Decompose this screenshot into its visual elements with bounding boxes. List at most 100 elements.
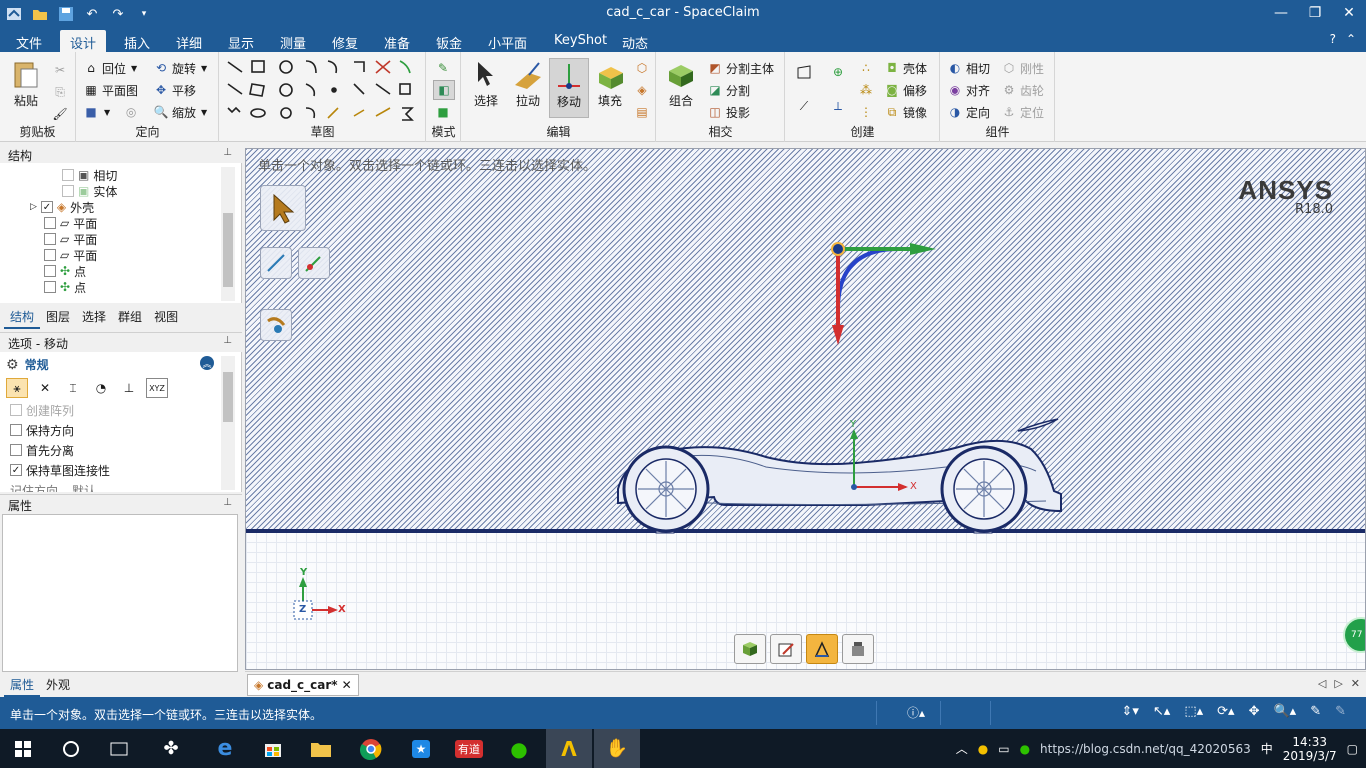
options-scrollbar[interactable] bbox=[221, 356, 235, 490]
subtab-layers[interactable]: 图层 bbox=[40, 306, 76, 329]
tab-prepare[interactable]: 准备 bbox=[374, 30, 420, 52]
edit-extra-3[interactable]: ▤ bbox=[634, 102, 650, 122]
tab-sheet-metal[interactable]: 钣金 bbox=[426, 30, 472, 52]
sketch-mode-icon[interactable] bbox=[770, 634, 802, 664]
section-mode-icon[interactable] bbox=[806, 634, 838, 664]
move-gizmo[interactable] bbox=[831, 242, 936, 345]
point-button[interactable]: ∴ bbox=[858, 58, 874, 78]
task-view-icon[interactable] bbox=[96, 729, 142, 768]
tab-repair[interactable]: 修复 bbox=[322, 30, 368, 52]
fill-button[interactable]: 填充 bbox=[590, 58, 630, 118]
ime-indicator[interactable]: 中 bbox=[1261, 740, 1273, 757]
pan-button[interactable]: ✥ 平移 bbox=[153, 80, 196, 100]
dimension-icon[interactable]: ⊥ bbox=[118, 378, 140, 398]
visibility-checkbox[interactable] bbox=[62, 169, 74, 181]
visibility-checkbox[interactable] bbox=[44, 281, 56, 293]
format-painter-button[interactable]: 🖌 bbox=[52, 104, 68, 124]
visibility-checkbox[interactable] bbox=[44, 217, 56, 229]
option-checkbox[interactable] bbox=[10, 424, 22, 436]
close-button[interactable]: ✕ bbox=[1332, 0, 1366, 26]
collapse-section-icon[interactable]: ︽ bbox=[200, 356, 214, 370]
pin-icon[interactable]: ⊥ bbox=[223, 335, 232, 346]
option-maintain-orientation[interactable]: 保持方向 bbox=[10, 422, 74, 438]
collapse-ribbon-icon[interactable]: ⌃ bbox=[1346, 32, 1356, 46]
scrollbar-thumb[interactable] bbox=[223, 213, 233, 287]
visibility-checkbox[interactable]: ✓ bbox=[40, 201, 53, 213]
tab-dynamics[interactable]: 动态 bbox=[612, 30, 658, 52]
search-icon[interactable] bbox=[48, 729, 94, 768]
tree-item[interactable]: ▷ ✓ ◈ 外壳 bbox=[30, 199, 94, 215]
pencil-icon[interactable]: ✎ bbox=[1335, 704, 1346, 719]
offset-button[interactable]: ◙ 偏移 bbox=[884, 80, 927, 100]
select-button[interactable]: 选择 bbox=[466, 58, 506, 118]
rotation-handle[interactable] bbox=[836, 247, 899, 310]
shell-button[interactable]: ◘ 壳体 bbox=[884, 58, 927, 78]
option-remember-direction[interactable]: 记住方向 默认 bbox=[10, 482, 96, 493]
spin-icon[interactable]: ⟳▴ bbox=[1217, 704, 1234, 719]
pin-icon[interactable]: ⊥ bbox=[223, 147, 232, 158]
tree-item[interactable]: ▣ 实体 bbox=[62, 183, 117, 199]
app-icon-1[interactable]: ✤ bbox=[148, 729, 194, 768]
visibility-checkbox[interactable] bbox=[44, 233, 56, 245]
plan-view-button[interactable]: ▦ 平面图 bbox=[83, 80, 138, 100]
app-icon-3[interactable]: 有道 bbox=[446, 729, 492, 768]
status-info-segment[interactable]: ⓘ▴ bbox=[876, 701, 940, 725]
pan-icon[interactable]: ✥ bbox=[1249, 704, 1260, 719]
tree-item[interactable]: ▣ 相切 bbox=[62, 167, 117, 183]
subtab-groups[interactable]: 群组 bbox=[112, 306, 148, 329]
option-create-pattern[interactable]: 创建阵列 bbox=[10, 402, 74, 418]
tree-item[interactable]: ✣ 点 bbox=[44, 279, 86, 295]
file-explorer-icon[interactable] bbox=[298, 729, 344, 768]
sketch-tools-icons[interactable] bbox=[220, 56, 426, 122]
paste-button[interactable]: 粘贴 bbox=[6, 58, 46, 118]
front-wheel[interactable] bbox=[622, 445, 710, 534]
tree-item[interactable]: ▱ 平面 bbox=[44, 215, 97, 231]
coordinate-system-button[interactable]: ⟂ bbox=[830, 96, 846, 116]
axis-button[interactable]: ⟋ bbox=[796, 96, 812, 116]
chrome-icon[interactable] bbox=[348, 729, 394, 768]
sketch-tool-icon[interactable]: ✎ bbox=[1310, 704, 1321, 719]
tab-design[interactable]: 设计 bbox=[60, 30, 107, 52]
rotate-button[interactable]: ⟲ 旋转 ▼ bbox=[153, 58, 207, 78]
sketch-mode-button[interactable]: ✎ bbox=[435, 58, 451, 78]
minimize-button[interactable]: — bbox=[1264, 0, 1298, 26]
pattern-button[interactable]: ⁂ bbox=[858, 80, 874, 100]
tree-item[interactable]: ✣ 点 bbox=[44, 263, 86, 279]
option-checkbox[interactable] bbox=[10, 444, 22, 456]
plane-button[interactable] bbox=[796, 62, 812, 82]
move-anchor-icon[interactable]: ⚹ bbox=[6, 378, 28, 398]
gear-button[interactable]: ⚙ 齿轮 bbox=[1001, 80, 1044, 100]
pull-button[interactable]: 拉动 bbox=[508, 58, 548, 118]
project-button[interactable]: ◫ 投影 bbox=[707, 102, 750, 122]
tab-facets[interactable]: 小平面 bbox=[478, 30, 537, 52]
visibility-checkbox[interactable] bbox=[44, 265, 56, 277]
option-value[interactable]: 默认 bbox=[72, 482, 96, 493]
rigid-button[interactable]: ⬡ 刚性 bbox=[1001, 58, 1044, 78]
3d-mode-button[interactable]: ■ bbox=[435, 102, 451, 122]
tray-arrow-icon[interactable]: ︿ bbox=[956, 740, 968, 757]
spaceclaim-taskbar-icon[interactable]: Λ bbox=[546, 729, 592, 768]
move-button[interactable]: 移动 bbox=[549, 58, 589, 118]
prev-doc-icon[interactable]: ◁ bbox=[1318, 677, 1326, 690]
clock-icon[interactable]: ◔ bbox=[90, 378, 112, 398]
rear-wheel[interactable] bbox=[940, 445, 1028, 534]
visibility-checkbox[interactable] bbox=[62, 185, 74, 197]
align-button[interactable]: ◉ 对齐 bbox=[947, 80, 990, 100]
edit-extra-1[interactable]: ⬡ bbox=[634, 58, 650, 78]
move-direction-icon[interactable]: ✕ bbox=[34, 378, 56, 398]
document-tab[interactable]: ◈ cad_c_car* ✕ bbox=[247, 674, 359, 696]
select-filter-icon[interactable]: ⇕▾ bbox=[1121, 704, 1138, 719]
zoom-icon[interactable]: 🔍▴ bbox=[1273, 704, 1296, 719]
section-mode-button[interactable]: ◧ bbox=[433, 80, 455, 100]
grid-button[interactable]: ⋮ bbox=[858, 102, 874, 122]
restore-button[interactable]: ❐ bbox=[1298, 0, 1332, 26]
expand-arrow-icon[interactable]: ▷ bbox=[30, 202, 37, 212]
tab-insert[interactable]: 插入 bbox=[114, 30, 160, 52]
mirror-button[interactable]: ⧉ 镜像 bbox=[884, 102, 927, 122]
notification-icon[interactable]: ▢ bbox=[1347, 742, 1358, 756]
zoom-button[interactable]: 🔍 缩放 ▼ bbox=[153, 102, 208, 122]
info-icon[interactable]: ⓘ▴ bbox=[907, 704, 925, 721]
help-icon[interactable]: ? bbox=[1330, 32, 1336, 46]
store-icon[interactable] bbox=[250, 729, 296, 768]
cut-button[interactable]: ✂ bbox=[52, 60, 68, 80]
